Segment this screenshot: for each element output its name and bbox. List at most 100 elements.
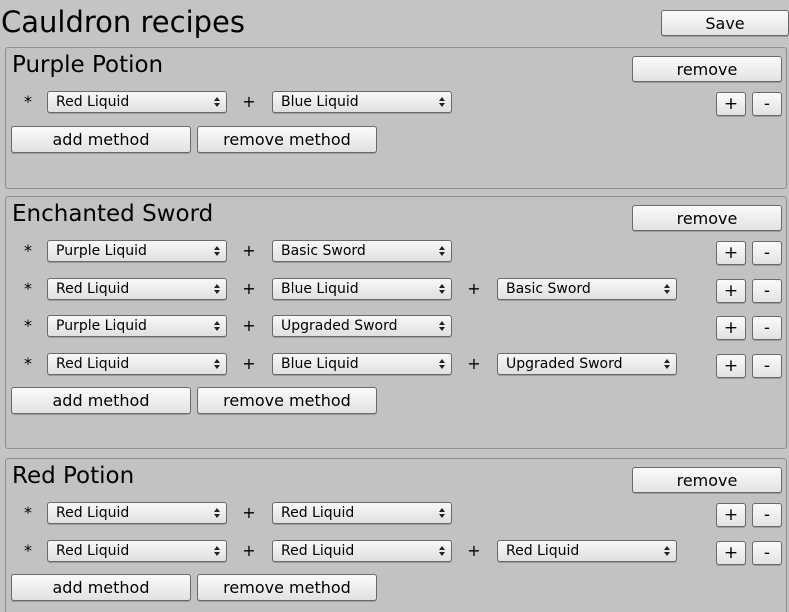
updown-arrows-icon	[439, 284, 445, 294]
ingredient-dropdown[interactable]: Basic Sword	[497, 278, 677, 300]
method-bullet: *	[24, 503, 32, 522]
remove-recipe-button[interactable]: remove	[632, 205, 782, 231]
cauldron-window: Cauldron recipes Save Purple Potion remov…	[0, 0, 789, 612]
ingredient-value: Red Liquid	[281, 505, 355, 521]
updown-arrows-icon	[664, 359, 670, 369]
ingredient-value: Red Liquid	[56, 543, 130, 559]
updown-arrows-icon	[439, 508, 445, 518]
remove-ingredient-button[interactable]: -	[752, 541, 782, 565]
updown-arrows-icon	[214, 546, 220, 556]
ingredient-value: Red Liquid	[56, 94, 130, 110]
updown-arrows-icon	[214, 246, 220, 256]
ingredient-dropdown[interactable]: Upgraded Sword	[272, 315, 452, 337]
add-ingredient-button[interactable]: +	[716, 316, 746, 340]
recipe-panel: Red Potion remove * Red Liquid + Red Liquid + -…	[5, 458, 787, 612]
recipe-panel: Enchanted Sword remove * Purple Liquid + Basi…	[5, 196, 787, 449]
remove-method-button[interactable]: remove method	[197, 574, 377, 601]
ingredient-dropdown[interactable]: Red Liquid	[272, 540, 452, 562]
updown-arrows-icon	[439, 546, 445, 556]
page-title: Cauldron recipes	[1, 5, 245, 39]
method-bullet: *	[24, 92, 32, 111]
ingredient-value: Red Liquid	[56, 281, 130, 297]
updown-arrows-icon	[664, 284, 670, 294]
updown-arrows-icon	[214, 359, 220, 369]
ingredient-value: Blue Liquid	[281, 281, 359, 297]
updown-arrows-icon	[439, 359, 445, 369]
updown-arrows-icon	[664, 546, 670, 556]
ingredient-dropdown[interactable]: Blue Liquid	[272, 353, 452, 375]
remove-ingredient-button[interactable]: -	[752, 279, 782, 303]
remove-recipe-button[interactable]: remove	[632, 56, 782, 82]
ingredient-value: Red Liquid	[506, 543, 580, 559]
method-bullet: *	[24, 354, 32, 373]
plus-sign: +	[242, 503, 256, 522]
ingredient-value: Blue Liquid	[281, 94, 359, 110]
ingredient-dropdown[interactable]: Basic Sword	[272, 240, 452, 262]
updown-arrows-icon	[439, 246, 445, 256]
add-method-button[interactable]: add method	[11, 387, 191, 414]
save-button[interactable]: Save	[661, 10, 789, 36]
plus-sign: +	[467, 354, 481, 373]
ingredient-value: Red Liquid	[281, 543, 355, 559]
recipe-name: Purple Potion	[12, 52, 164, 78]
ingredient-value: Purple Liquid	[56, 243, 147, 259]
add-ingredient-button[interactable]: +	[716, 503, 746, 527]
plus-sign: +	[242, 92, 256, 111]
plus-sign: +	[242, 354, 256, 373]
method-bullet: *	[24, 279, 32, 298]
ingredient-value: Basic Sword	[281, 243, 366, 259]
ingredient-dropdown[interactable]: Blue Liquid	[272, 91, 452, 113]
recipe-name: Enchanted Sword	[12, 201, 214, 227]
add-ingredient-button[interactable]: +	[716, 279, 746, 303]
plus-sign: +	[242, 316, 256, 335]
plus-sign: +	[467, 279, 481, 298]
remove-ingredient-button[interactable]: -	[752, 316, 782, 340]
remove-ingredient-button[interactable]: -	[752, 354, 782, 378]
updown-arrows-icon	[439, 321, 445, 331]
method-bullet: *	[24, 316, 32, 335]
ingredient-dropdown[interactable]: Purple Liquid	[47, 240, 227, 262]
ingredient-dropdown[interactable]: Red Liquid	[47, 353, 227, 375]
remove-ingredient-button[interactable]: -	[752, 503, 782, 527]
updown-arrows-icon	[214, 508, 220, 518]
ingredient-dropdown[interactable]: Upgraded Sword	[497, 353, 677, 375]
ingredient-value: Basic Sword	[506, 281, 591, 297]
method-bullet: *	[24, 241, 32, 260]
ingredient-dropdown[interactable]: Red Liquid	[47, 91, 227, 113]
remove-ingredient-button[interactable]: -	[752, 92, 782, 116]
ingredient-dropdown[interactable]: Red Liquid	[47, 278, 227, 300]
plus-sign: +	[242, 241, 256, 260]
ingredient-dropdown[interactable]: Red Liquid	[497, 540, 677, 562]
ingredient-value: Upgraded Sword	[281, 318, 398, 334]
ingredient-value: Upgraded Sword	[506, 356, 623, 372]
ingredient-dropdown[interactable]: Purple Liquid	[47, 315, 227, 337]
method-bullet: *	[24, 541, 32, 560]
add-method-button[interactable]: add method	[11, 126, 191, 153]
recipe-name: Red Potion	[12, 463, 135, 489]
updown-arrows-icon	[439, 97, 445, 107]
plus-sign: +	[467, 541, 481, 560]
add-ingredient-button[interactable]: +	[716, 354, 746, 378]
ingredient-dropdown[interactable]: Blue Liquid	[272, 278, 452, 300]
updown-arrows-icon	[214, 321, 220, 331]
updown-arrows-icon	[214, 97, 220, 107]
remove-ingredient-button[interactable]: -	[752, 241, 782, 265]
add-ingredient-button[interactable]: +	[716, 541, 746, 565]
ingredient-value: Red Liquid	[56, 505, 130, 521]
plus-sign: +	[242, 541, 256, 560]
ingredient-value: Purple Liquid	[56, 318, 147, 334]
add-method-button[interactable]: add method	[11, 574, 191, 601]
remove-recipe-button[interactable]: remove	[632, 467, 782, 493]
ingredient-dropdown[interactable]: Red Liquid	[47, 540, 227, 562]
remove-method-button[interactable]: remove method	[197, 126, 377, 153]
remove-method-button[interactable]: remove method	[197, 387, 377, 414]
updown-arrows-icon	[214, 284, 220, 294]
plus-sign: +	[242, 279, 256, 298]
add-ingredient-button[interactable]: +	[716, 241, 746, 265]
ingredient-value: Red Liquid	[56, 356, 130, 372]
add-ingredient-button[interactable]: +	[716, 92, 746, 116]
ingredient-value: Blue Liquid	[281, 356, 359, 372]
recipe-panel: Purple Potion remove * Red Liquid + Blue Liqu…	[5, 47, 787, 189]
ingredient-dropdown[interactable]: Red Liquid	[47, 502, 227, 524]
ingredient-dropdown[interactable]: Red Liquid	[272, 502, 452, 524]
